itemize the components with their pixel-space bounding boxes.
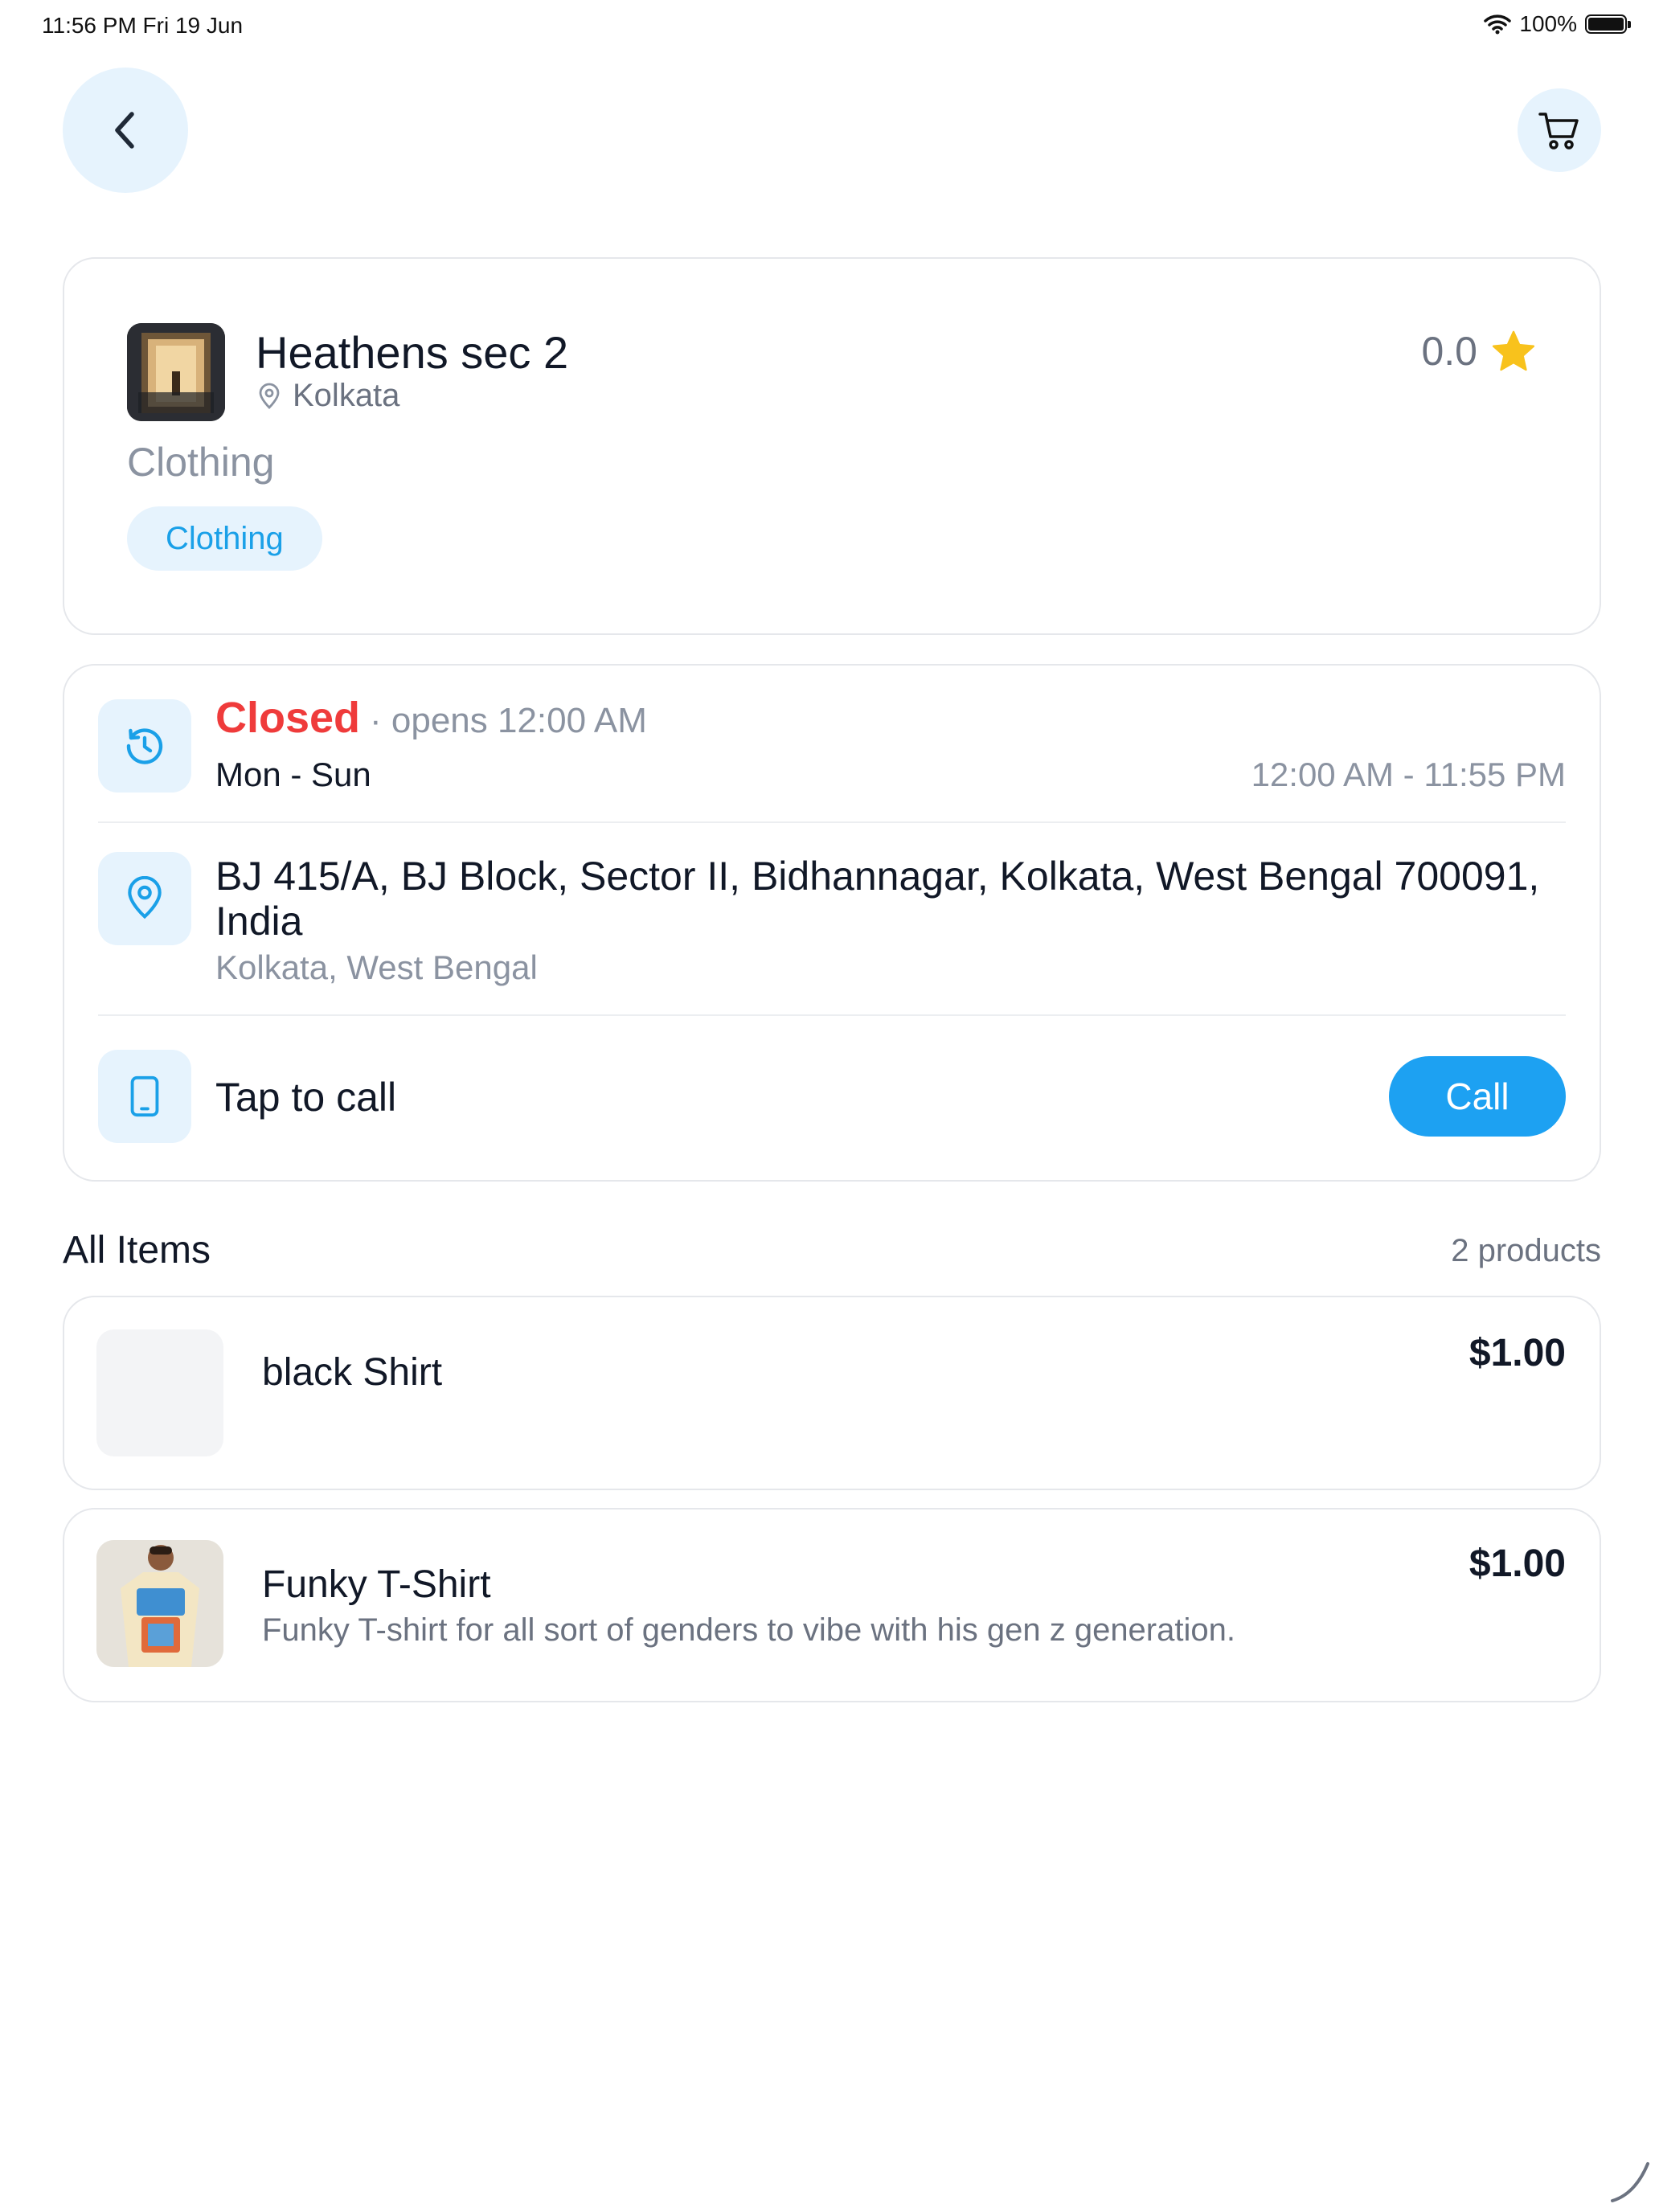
status-indicators: 100% bbox=[1484, 11, 1631, 37]
rating-value: 0.0 bbox=[1421, 329, 1477, 374]
tap-to-call-label: Tap to call bbox=[215, 1075, 397, 1120]
store-name: Heathens sec 2 bbox=[256, 327, 569, 378]
cart-button[interactable] bbox=[1518, 88, 1601, 172]
divider bbox=[98, 821, 1566, 823]
product-image-placeholder bbox=[96, 1329, 223, 1456]
star-icon bbox=[1492, 330, 1535, 371]
product-image bbox=[96, 1540, 223, 1667]
cart-icon bbox=[1538, 113, 1579, 150]
divider bbox=[98, 1014, 1566, 1016]
location-pin-icon bbox=[128, 876, 162, 920]
store-category: Clothing bbox=[127, 440, 275, 485]
product-description: Funky T-shirt for all sort of genders to… bbox=[262, 1612, 1235, 1648]
store-address[interactable]: BJ 415/A, BJ Block, Sector II, Bidhannag… bbox=[215, 854, 1550, 944]
store-location: Kolkata bbox=[257, 378, 399, 414]
wifi-icon bbox=[1484, 14, 1512, 35]
status-time: 11:56 PM Fri 19 Jun bbox=[42, 13, 244, 38]
phone-icon bbox=[130, 1075, 159, 1117]
product-count: 2 products bbox=[1451, 1233, 1601, 1268]
open-hours: 12:00 AM - 11:55 PM bbox=[1251, 756, 1566, 793]
opens-time: · opens 12:00 AM bbox=[370, 701, 647, 740]
open-status: Closed bbox=[215, 694, 361, 742]
open-days: Mon - Sun bbox=[215, 756, 371, 793]
product-name: Funky T-Shirt bbox=[262, 1563, 491, 1606]
store-rating: 0.0 bbox=[1421, 328, 1537, 375]
all-items-title: All Items bbox=[63, 1229, 211, 1272]
store-card bbox=[63, 257, 1601, 635]
store-city: Kolkata bbox=[293, 378, 400, 413]
product-price: $1.00 bbox=[1469, 1542, 1566, 1585]
battery-percent: 100% bbox=[1519, 11, 1577, 36]
clock-history-icon bbox=[126, 728, 163, 764]
product-name: black Shirt bbox=[262, 1351, 443, 1394]
phone-icon-box bbox=[98, 1050, 191, 1143]
category-chip[interactable]: Clothing bbox=[127, 506, 322, 571]
store-region: Kolkata, West Bengal bbox=[215, 948, 538, 986]
product-price: $1.00 bbox=[1469, 1332, 1566, 1374]
location-pin-icon bbox=[259, 383, 280, 409]
battery-icon bbox=[1585, 14, 1631, 34]
address-icon-box bbox=[98, 852, 191, 945]
chevron-left-icon bbox=[115, 112, 134, 149]
store-thumbnail bbox=[127, 323, 225, 421]
call-button[interactable]: Call bbox=[1389, 1056, 1566, 1137]
pencil-indicator-icon bbox=[1611, 2162, 1649, 2202]
back-button[interactable] bbox=[63, 68, 188, 193]
hours-icon-box bbox=[98, 699, 191, 793]
